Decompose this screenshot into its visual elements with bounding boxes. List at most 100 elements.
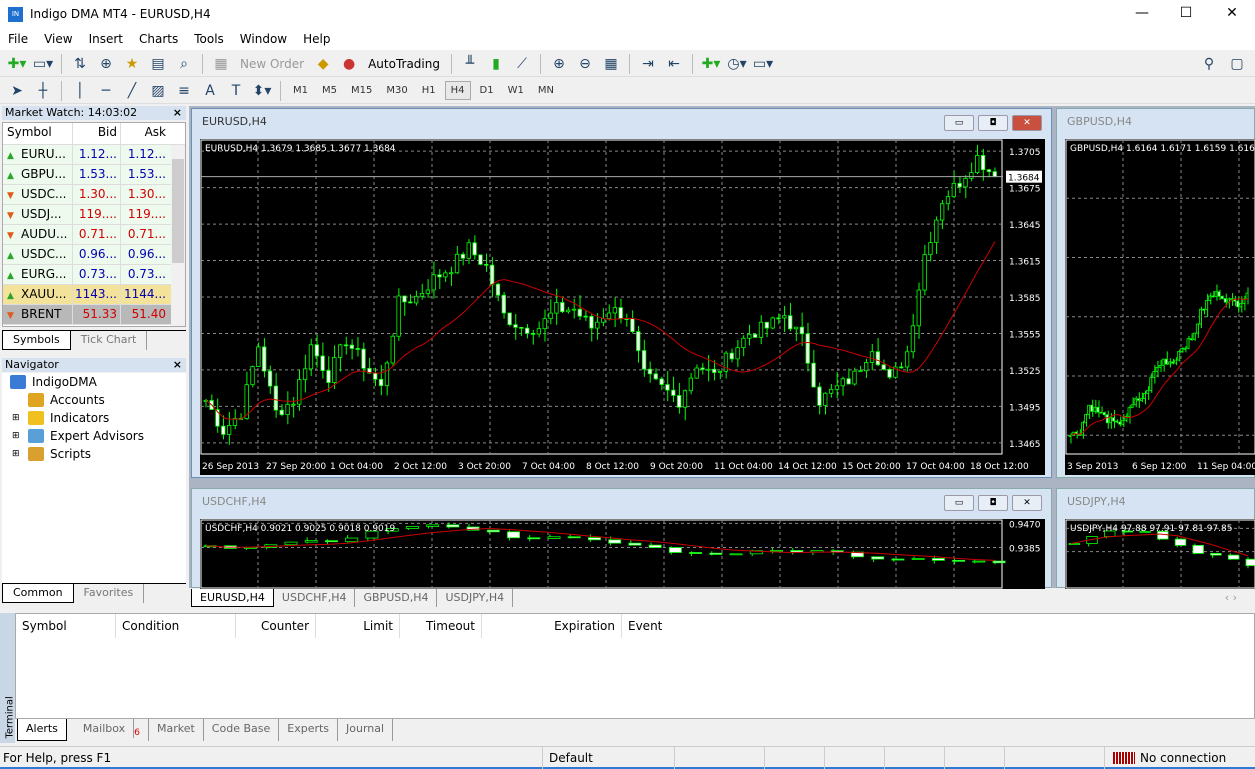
timeframe-m5[interactable]: M5 — [317, 82, 342, 99]
close-button[interactable]: ✕ — [1012, 115, 1042, 131]
new-chart-icon[interactable]: ✚▾ — [6, 54, 28, 74]
horizontal-line-icon[interactable]: ─ — [95, 81, 117, 101]
timeframe-w1[interactable]: W1 — [503, 82, 529, 99]
navigator-icon[interactable]: ★ — [121, 54, 143, 74]
market-watch-row[interactable]: ▼ BRENT 51.33 51.40 — [3, 305, 171, 325]
chart-window-gbpusd[interactable]: GBPUSD,H4 GBPUSD,H4 1.6164 1.6171 1.6159… — [1056, 108, 1255, 478]
timeframe-h4[interactable]: H4 — [444, 81, 471, 100]
tree-item-accounts[interactable]: Accounts — [2, 391, 186, 409]
timeframe-m1[interactable]: M1 — [288, 82, 313, 99]
line-chart-icon[interactable]: ⟋ — [511, 54, 533, 74]
tile-windows-icon[interactable]: ▦ — [600, 54, 622, 74]
menu-insert[interactable]: Insert — [81, 30, 131, 50]
tab-journal[interactable]: Journal — [338, 719, 394, 741]
expand-icon[interactable]: ⊞ — [12, 427, 28, 445]
column-ask[interactable]: Ask — [121, 123, 169, 144]
market-watch-row[interactable]: ▼ AUDU... 0.71... 0.71... — [3, 225, 171, 245]
text-icon[interactable]: A — [199, 81, 221, 101]
arrows-icon[interactable]: ⬍▾ — [251, 81, 273, 101]
periods-icon[interactable]: ◷▾ — [726, 54, 748, 74]
tab-experts[interactable]: Experts — [279, 719, 339, 741]
column-condition[interactable]: Condition — [116, 614, 236, 638]
zoom-out-icon[interactable]: ⊖ — [574, 54, 596, 74]
autotrading-button[interactable]: AutoTrading — [364, 57, 444, 71]
market-watch-row[interactable]: ▲ USDC... 0.96... 0.96... — [3, 245, 171, 265]
column-bid[interactable]: Bid — [73, 123, 121, 144]
minimize-button[interactable]: ▭ — [944, 115, 974, 131]
tree-item-scripts[interactable]: ⊞ Scripts — [2, 445, 186, 463]
tab-alerts[interactable]: Alerts — [17, 719, 67, 741]
market-watch-row[interactable]: ▼ USDJ... 119.... 119.... — [3, 205, 171, 225]
usdjpy-chart[interactable]: USDJPY,H4 97.88 97.91 97.81 97.85 — [1065, 519, 1255, 589]
scrollbar[interactable] — [171, 145, 185, 326]
column-symbol[interactable]: Symbol — [3, 123, 73, 144]
metaeditor-icon[interactable]: ◆ — [312, 54, 334, 74]
menu-file[interactable]: File — [0, 30, 36, 50]
trendline-icon[interactable]: ╱ — [121, 81, 143, 101]
market-watch-row[interactable]: ▼ USDC... 1.30... 1.30... — [3, 185, 171, 205]
column-counter[interactable]: Counter — [236, 614, 316, 638]
autoscroll-icon[interactable]: ⇥ — [637, 54, 659, 74]
column-symbol[interactable]: Symbol — [16, 614, 116, 638]
tree-item-expert-advisors[interactable]: ⊞ Expert Advisors — [2, 427, 186, 445]
close-icon[interactable]: × — [173, 358, 182, 372]
minimize-button[interactable]: — — [1127, 5, 1157, 21]
timeframe-mn[interactable]: MN — [533, 82, 559, 99]
close-button[interactable]: ✕ — [1217, 5, 1247, 21]
text-label-icon[interactable]: T — [225, 81, 247, 101]
tab-mailbox[interactable]: Mailbox 6 — [67, 719, 149, 741]
market-watch-row[interactable]: ▲ XAUU... 1143... 1144... — [3, 285, 171, 305]
chart-window-eurusd[interactable]: EURUSD,H4 ▭ ◘ ✕ 1.3705 1.3675 1.3645 1.3615… — [191, 108, 1052, 478]
profiles-icon[interactable]: ▭▾ — [32, 54, 54, 74]
restore-button[interactable]: ◘ — [978, 495, 1008, 511]
equidistant-channel-icon[interactable]: ▨ — [147, 81, 169, 101]
timeframe-d1[interactable]: D1 — [475, 82, 499, 99]
market-watch-row[interactable]: ▲ EURG... 0.73... 0.73... — [3, 265, 171, 285]
close-icon[interactable]: × — [173, 106, 182, 120]
tree-item-indicators[interactable]: ⊞ Indicators — [2, 409, 186, 427]
scroll-arrows-icon[interactable]: ‹ › — [1217, 589, 1245, 607]
restore-button[interactable]: ◘ — [978, 115, 1008, 131]
timeframe-h1[interactable]: H1 — [417, 82, 441, 99]
templates-icon[interactable]: ▭▾ — [752, 54, 774, 74]
gbpusd-chart[interactable]: GBPUSD,H4 1.6164 1.6171 1.6159 1.6165 3 S… — [1065, 139, 1255, 475]
market-watch-icon[interactable]: ⇅ — [69, 54, 91, 74]
chart-window-usdjpy[interactable]: USDJPY,H4 USDJPY,H4 97.88 97.91 97.81 97… — [1056, 488, 1255, 589]
column-expiration[interactable]: Expiration — [482, 614, 622, 638]
usdchf-chart[interactable]: 0.9470 0.9385 USDCHF,H4 0.9021 0.9025 0.90… — [200, 519, 1045, 589]
chart-window-usdchf[interactable]: USDCHF,H4 ▭ ◘ ✕ 0.9470 0.9385 USDCHF,H4 0.… — [191, 488, 1052, 589]
timeframe-m30[interactable]: M30 — [381, 82, 412, 99]
market-watch-row[interactable]: ▲ EURU... 1.12... 1.12... — [3, 145, 171, 165]
menu-charts[interactable]: Charts — [131, 30, 186, 50]
tree-root[interactable]: IndigoDMA — [2, 373, 186, 391]
indicators-icon[interactable]: ✚▾ — [700, 54, 722, 74]
expand-icon[interactable]: ⊞ — [12, 409, 28, 427]
maximize-button[interactable]: ☐ — [1171, 5, 1201, 21]
menu-tools[interactable]: Tools — [186, 30, 232, 50]
tab-symbols[interactable]: Symbols — [2, 331, 71, 350]
new-order-button[interactable]: New Order — [236, 57, 308, 71]
column-limit[interactable]: Limit — [316, 614, 400, 638]
column-event[interactable]: Event — [622, 614, 668, 638]
tab-code-base[interactable]: Code Base — [204, 719, 280, 741]
tab-common[interactable]: Common — [2, 584, 74, 603]
data-window-icon[interactable]: ⊕ — [95, 54, 117, 74]
fibonacci-icon[interactable]: ≡ — [173, 81, 195, 101]
chart-shift-icon[interactable]: ⇤ — [663, 54, 685, 74]
search-icon[interactable]: ⚲ — [1198, 54, 1220, 74]
vertical-line-icon[interactable]: │ — [69, 81, 91, 101]
chart-tab-gbpusd[interactable]: GBPUSD,H4 — [355, 589, 438, 607]
minimize-button[interactable]: ▭ — [944, 495, 974, 511]
candlestick-icon[interactable]: ▮ — [485, 54, 507, 74]
expand-icon[interactable]: ⊞ — [12, 445, 28, 463]
tab-tick-chart[interactable]: Tick Chart — [71, 331, 148, 350]
chart-tab-eurusd[interactable]: EURUSD,H4 — [191, 589, 274, 607]
chart-tab-usdjpy[interactable]: USDJPY,H4 — [437, 589, 514, 607]
timeframe-m15[interactable]: M15 — [346, 82, 377, 99]
tab-favorites[interactable]: Favorites — [74, 584, 145, 603]
column-timeout[interactable]: Timeout — [400, 614, 482, 638]
market-watch-row[interactable]: ▲ GBPU... 1.53... 1.53... — [3, 165, 171, 185]
chat-icon[interactable]: ▢ — [1226, 54, 1248, 74]
menu-window[interactable]: Window — [232, 30, 295, 50]
eurusd-chart[interactable]: 1.3705 1.3675 1.3645 1.3615 1.3585 1.3555 1.35… — [200, 139, 1045, 475]
